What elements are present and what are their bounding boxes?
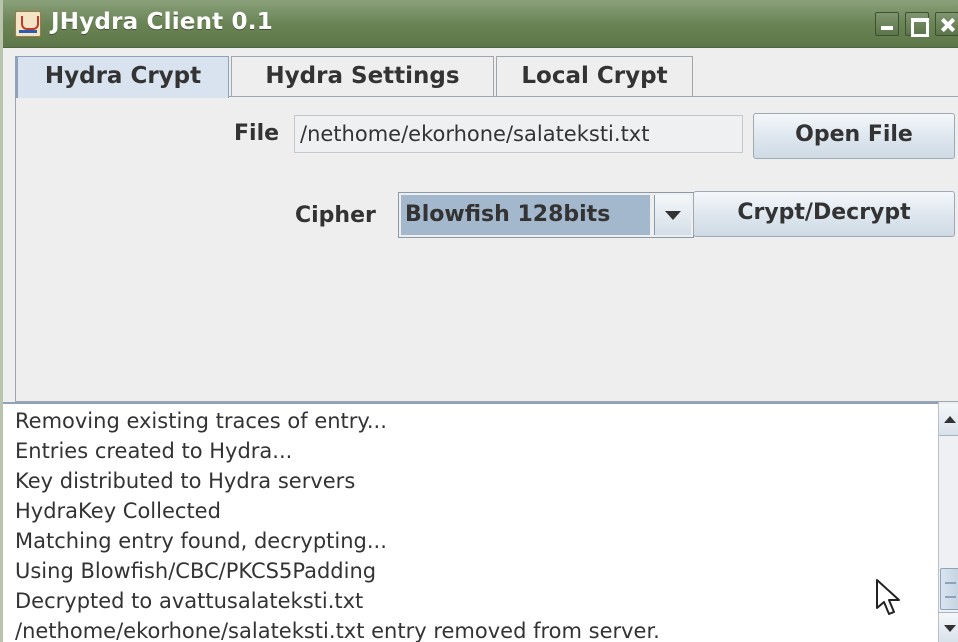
scroll-thumb[interactable] [940, 568, 958, 610]
log-line: Matching entry found, decrypting... [15, 529, 387, 553]
log-line: Using Blowfish/CBC/PKCS5Padding [15, 559, 377, 583]
tab-hydra-crypt[interactable]: Hydra Crypt [15, 56, 229, 98]
cipher-dropdown[interactable]: Blowfish 128bits [398, 192, 694, 238]
java-cup-icon [15, 11, 41, 37]
title-bar[interactable]: JHydra Client 0.1 [3, 0, 958, 48]
chevron-down-icon[interactable] [654, 195, 691, 235]
log-scrollbar[interactable] [938, 402, 958, 642]
crypt-decrypt-button[interactable]: Crypt/Decrypt [693, 191, 955, 237]
file-path-field[interactable]: /nethome/ekorhone/salateksti.txt [294, 115, 743, 153]
window-title: JHydra Client 0.1 [51, 9, 273, 35]
cipher-selected-value[interactable]: Blowfish 128bits [401, 195, 650, 235]
log-line: /nethome/ekorhone/salateksti.txt entry r… [15, 619, 660, 642]
hydra-crypt-panel: File /nethome/ekorhone/salateksti.txt Op… [15, 96, 958, 402]
log-line: Removing existing traces of entry... [15, 409, 387, 433]
maximize-icon[interactable] [905, 12, 929, 37]
log-textarea[interactable]: Removing existing traces of entry... Ent… [3, 402, 958, 642]
log-line: Decrypted to avattusalateksti.txt [15, 589, 364, 613]
tab-local-crypt[interactable]: Local Crypt [496, 56, 693, 96]
minimize-icon[interactable] [875, 12, 899, 36]
log-line: Entries created to Hydra... [15, 439, 293, 463]
mouse-pointer-icon [876, 579, 900, 615]
open-file-button[interactable]: Open File [753, 113, 955, 159]
log-line: HydraKey Collected [15, 499, 221, 523]
scroll-down-icon[interactable] [939, 612, 958, 642]
cipher-label: Cipher [295, 203, 376, 228]
close-icon[interactable] [935, 12, 958, 36]
log-line: Key distributed to Hydra servers [15, 469, 356, 493]
tab-hydra-settings[interactable]: Hydra Settings [231, 56, 494, 96]
file-label: File [234, 121, 280, 146]
scroll-up-icon[interactable] [939, 404, 958, 436]
app-window: JHydra Client 0.1 Hydra Crypt Hydra Sett… [0, 0, 958, 642]
